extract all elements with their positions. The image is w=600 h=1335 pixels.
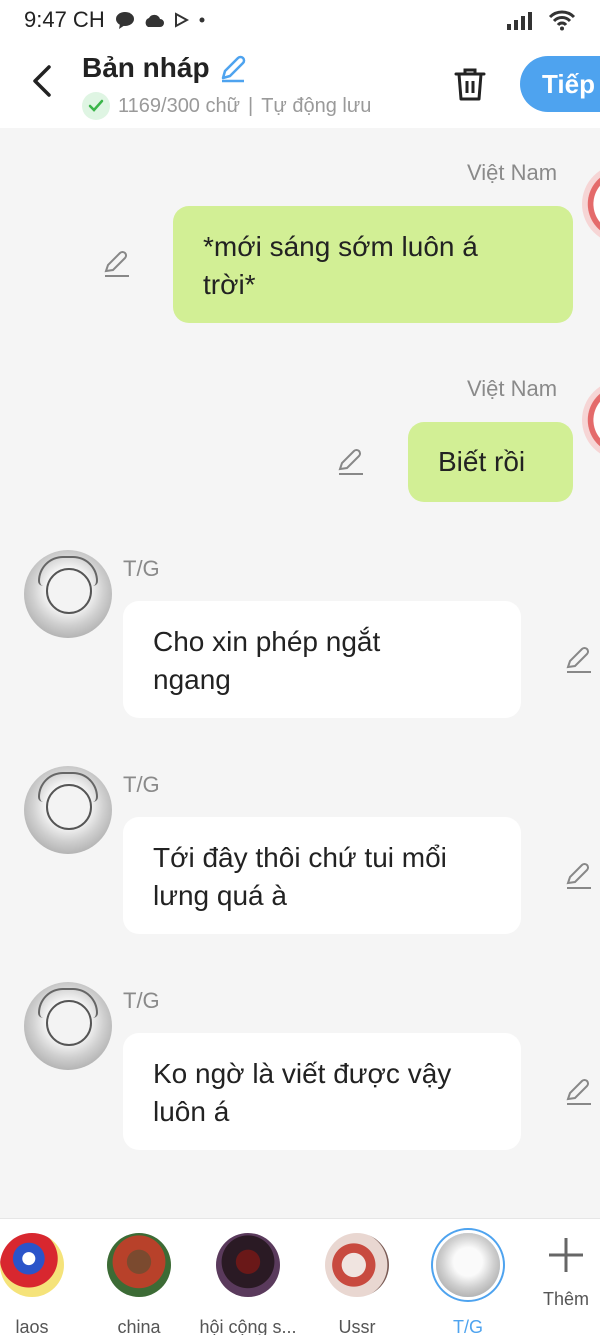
sender-name: Việt Nam	[467, 160, 558, 185]
avatar	[107, 1233, 171, 1297]
character-hoi-cong-san[interactable]: hội cộng s...	[198, 1233, 298, 1335]
chat-area[interactable]: Việt Nam *mới sáng sớm luôn á trời* Việt…	[0, 128, 600, 1218]
sender-name: T/G	[123, 556, 160, 581]
avatar[interactable]	[24, 550, 112, 638]
message-text-line: trời*	[203, 269, 256, 300]
editor-header: Bản nháp 1169/300 chữ | Tự động lưu Tiếp	[0, 40, 600, 128]
character-china[interactable]: china	[89, 1233, 189, 1335]
add-label: Thêm	[542, 1289, 589, 1309]
character-ussr[interactable]: Ussr	[307, 1233, 407, 1335]
message-text-line: luôn á	[153, 1096, 230, 1127]
message-bubble[interactable]: *mới sáng sớm luôn á trời*	[173, 206, 573, 323]
draft-title-text: Bản nháp	[82, 52, 210, 83]
pencil-icon	[566, 1078, 591, 1105]
status-bar: 9:47 CH	[0, 0, 600, 40]
character-name: hội cộng s...	[199, 1317, 297, 1335]
sender-name: Việt Nam	[467, 376, 558, 401]
avatar	[325, 1233, 389, 1297]
avatar	[0, 1233, 64, 1297]
message-bubble[interactable]: Biết rồi	[408, 422, 573, 502]
plus-icon	[549, 1238, 583, 1272]
delete-button[interactable]	[448, 62, 492, 106]
play-icon	[174, 12, 189, 28]
back-button[interactable]	[22, 58, 62, 104]
wifi-icon	[548, 10, 576, 31]
edit-message-button[interactable]	[100, 248, 132, 280]
autosave-label: Tự động lưu	[261, 94, 372, 117]
cloud-icon	[145, 14, 164, 27]
dot-icon	[199, 17, 205, 23]
pencil-icon	[104, 250, 129, 277]
avatar	[436, 1233, 500, 1297]
message-bubble[interactable]: Cho xin phép ngắt ngang	[123, 601, 521, 718]
character-laos[interactable]: laos	[0, 1233, 82, 1335]
character-tg[interactable]: T/G	[418, 1233, 518, 1335]
pencil-icon	[338, 448, 363, 475]
chat-icon	[115, 12, 134, 29]
sender-name: T/G	[123, 988, 160, 1013]
next-button[interactable]: Tiếp	[520, 56, 600, 112]
separator: |	[248, 94, 254, 117]
draft-title[interactable]: Bản nháp	[82, 52, 248, 84]
message-text-line: Tới đây thôi chứ tui mổi	[153, 842, 447, 873]
message-text-line: lưng quá à	[153, 880, 287, 911]
pencil-icon[interactable]	[218, 53, 248, 83]
edit-message-button[interactable]	[334, 446, 366, 478]
edit-message-button[interactable]	[562, 860, 594, 892]
message-text-line: Biết rồi	[438, 446, 526, 477]
sender-name: T/G	[123, 772, 160, 797]
character-selector: laos china hội cộng s... Ussr T/G Thêm	[0, 1218, 600, 1335]
trash-icon	[454, 68, 486, 101]
add-character-button[interactable]: Thêm	[530, 1235, 600, 1310]
message-bubble[interactable]: Tới đây thôi chứ tui mổi lưng quá à	[123, 817, 521, 934]
notification-icons	[115, 11, 207, 29]
edit-message-button[interactable]	[562, 644, 594, 676]
message-text-line: Ko ngờ là viết được vậy	[153, 1058, 452, 1089]
signal-icon	[507, 12, 532, 30]
avatar	[216, 1233, 280, 1297]
character-name: T/G	[453, 1317, 483, 1335]
pencil-icon	[566, 646, 591, 673]
check-icon	[82, 92, 110, 120]
chevron-left-icon	[33, 65, 51, 97]
word-count: 1169/300 chữ	[118, 94, 241, 117]
character-name: laos	[15, 1317, 49, 1335]
character-name: china	[117, 1317, 161, 1335]
character-name: Ussr	[338, 1317, 376, 1335]
status-time: 9:47 CH	[24, 7, 105, 32]
avatar[interactable]	[24, 982, 112, 1070]
message-text-line: Cho xin phép ngắt	[153, 626, 381, 657]
edit-message-button[interactable]	[562, 1076, 594, 1108]
message-text-line: ngang	[153, 664, 231, 695]
draft-status: 1169/300 chữ | Tự động lưu	[82, 92, 371, 120]
message-text-line: *mới sáng sớm luôn á	[203, 231, 478, 262]
pencil-icon	[566, 862, 591, 889]
avatar[interactable]	[24, 766, 112, 854]
avatar[interactable]	[582, 164, 600, 244]
avatar[interactable]	[582, 380, 600, 460]
message-bubble[interactable]: Ko ngờ là viết được vậy luôn á	[123, 1033, 521, 1150]
